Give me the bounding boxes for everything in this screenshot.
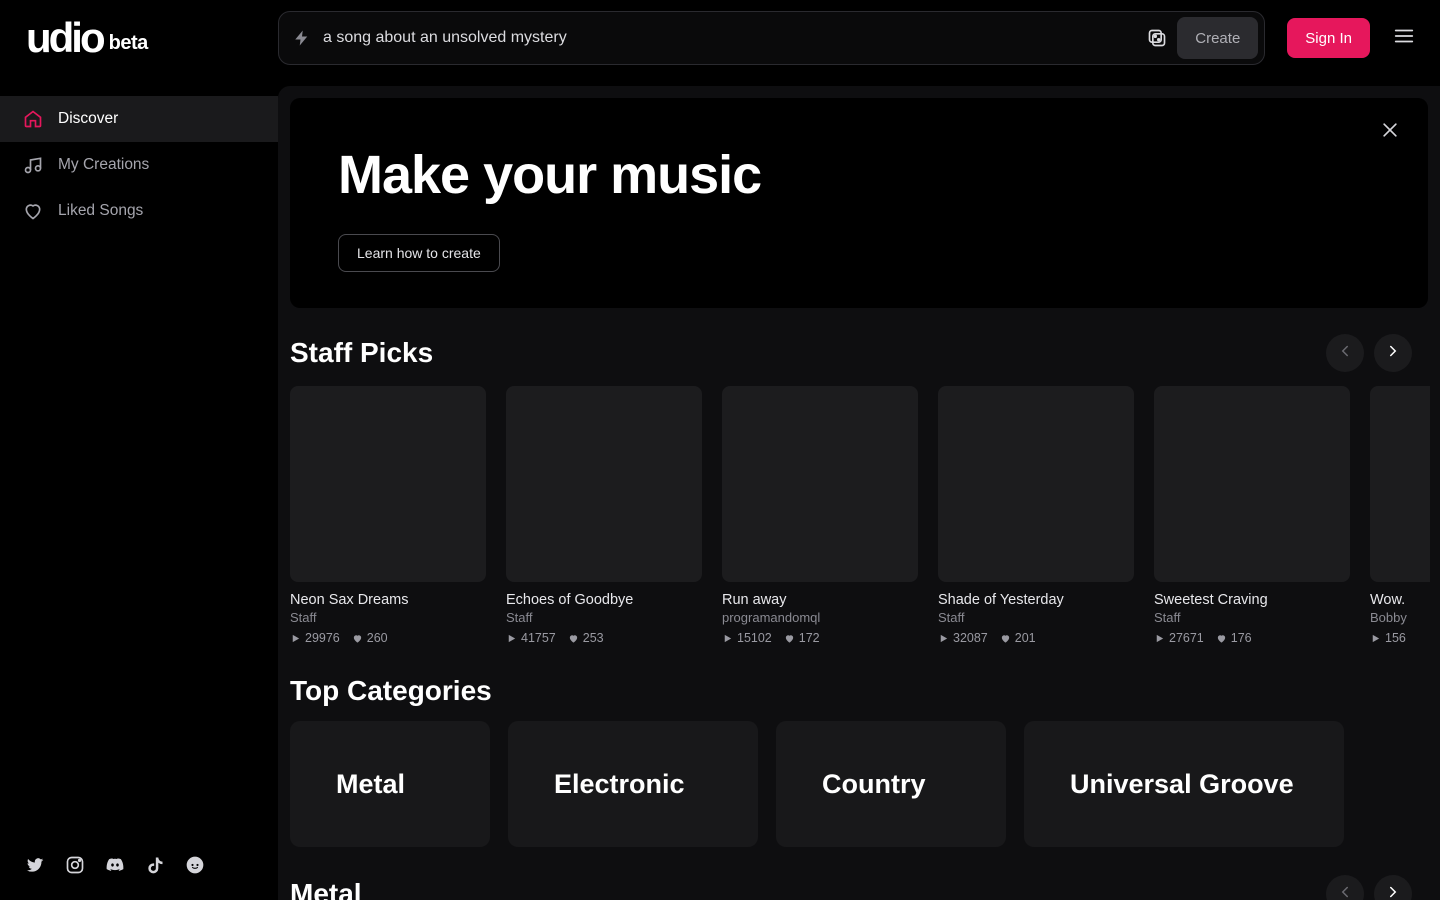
play-count: 156 — [1370, 631, 1406, 645]
track-artwork — [938, 386, 1134, 582]
prompt-input[interactable] — [323, 29, 1137, 47]
sidebar: Discover My Creations Liked Songs — [0, 76, 278, 900]
track-card[interactable]: Sweetest Craving Staff 27671 176 — [1154, 386, 1350, 645]
staff-picks-next-button[interactable] — [1374, 334, 1412, 372]
staff-picks-heading: Staff Picks — [290, 337, 433, 369]
menu-button[interactable] — [1388, 22, 1420, 54]
category-label: Universal Groove — [1070, 769, 1294, 800]
staff-picks-prev-button[interactable] — [1326, 334, 1364, 372]
track-card[interactable]: Run away programandomql 15102 172 — [722, 386, 918, 645]
sidebar-item-label: Liked Songs — [58, 202, 143, 220]
category-card[interactable]: Country — [776, 721, 1006, 847]
staff-picks-row: Neon Sax Dreams Staff 29976 260 Echoes o… — [290, 386, 1440, 645]
track-artist[interactable]: Staff — [1154, 610, 1350, 625]
category-card[interactable]: Universal Groove — [1024, 721, 1344, 847]
track-title: Run away — [722, 592, 918, 608]
randomize-icon[interactable] — [1147, 28, 1167, 48]
top-categories-heading: Top Categories — [290, 675, 492, 707]
play-count: 41757 — [506, 631, 556, 645]
arrow-right-icon — [1384, 342, 1402, 365]
track-artwork — [722, 386, 918, 582]
social-links — [0, 852, 278, 878]
sidebar-item-liked-songs[interactable]: Liked Songs — [0, 188, 278, 234]
hamburger-icon — [1393, 25, 1415, 52]
track-card[interactable]: Shade of Yesterday Staff 32087 201 — [938, 386, 1134, 645]
logo-beta-tag: beta — [109, 32, 148, 59]
like-count: 176 — [1216, 631, 1252, 645]
track-artwork — [1154, 386, 1350, 582]
track-title: Echoes of Goodbye — [506, 592, 702, 608]
hero-title: Make your music — [338, 144, 1380, 206]
sidebar-item-my-creations[interactable]: My Creations — [0, 142, 278, 188]
home-icon — [22, 109, 44, 129]
main-content: Make your music Learn how to create Staf… — [278, 86, 1440, 900]
track-artist[interactable]: programandomql — [722, 610, 918, 625]
music-note-icon — [22, 155, 44, 175]
heart-icon — [22, 201, 44, 221]
learn-button[interactable]: Learn how to create — [338, 234, 500, 272]
track-artist[interactable]: Staff — [938, 610, 1134, 625]
play-count: 29976 — [290, 631, 340, 645]
track-artist[interactable]: Bobby — [1370, 610, 1430, 625]
track-card[interactable]: Wow. Bobby 156 — [1370, 386, 1430, 645]
track-title: Shade of Yesterday — [938, 592, 1134, 608]
tiktok-icon[interactable] — [142, 852, 168, 878]
track-card[interactable]: Neon Sax Dreams Staff 29976 260 — [290, 386, 486, 645]
arrow-right-icon — [1384, 883, 1402, 900]
bolt-icon — [293, 29, 311, 47]
play-count: 15102 — [722, 631, 772, 645]
category-card[interactable]: Electronic — [508, 721, 758, 847]
top-categories-row: Metal Electronic Country Universal Groov… — [290, 721, 1440, 847]
metal-prev-button[interactable] — [1326, 875, 1364, 900]
track-title: Wow. — [1370, 592, 1430, 608]
category-label: Electronic — [554, 769, 685, 800]
track-artwork — [506, 386, 702, 582]
arrow-left-icon — [1336, 342, 1354, 365]
track-artwork — [1370, 386, 1430, 582]
track-card[interactable]: Echoes of Goodbye Staff 41757 253 — [506, 386, 702, 645]
close-banner-button[interactable] — [1376, 118, 1404, 146]
like-count: 253 — [568, 631, 604, 645]
track-artist[interactable]: Staff — [290, 610, 486, 625]
sidebar-item-label: My Creations — [58, 156, 149, 174]
instagram-icon[interactable] — [62, 852, 88, 878]
play-count: 32087 — [938, 631, 988, 645]
track-artwork — [290, 386, 486, 582]
metal-section-heading: Metal — [290, 878, 362, 900]
prompt-bar[interactable]: Create — [278, 11, 1265, 65]
track-title: Sweetest Craving — [1154, 592, 1350, 608]
twitter-icon[interactable] — [22, 852, 48, 878]
category-card[interactable]: Metal — [290, 721, 490, 847]
play-count: 27671 — [1154, 631, 1204, 645]
metal-next-button[interactable] — [1374, 875, 1412, 900]
reddit-icon[interactable] — [182, 852, 208, 878]
logo[interactable]: udio beta — [0, 17, 278, 59]
category-label: Country — [822, 769, 926, 800]
like-count: 201 — [1000, 631, 1036, 645]
sidebar-item-discover[interactable]: Discover — [0, 96, 278, 142]
category-label: Metal — [336, 769, 405, 800]
like-count: 260 — [352, 631, 388, 645]
signin-button[interactable]: Sign In — [1287, 18, 1370, 58]
create-button[interactable]: Create — [1177, 17, 1258, 59]
sidebar-item-label: Discover — [58, 110, 118, 128]
track-title: Neon Sax Dreams — [290, 592, 486, 608]
track-artist[interactable]: Staff — [506, 610, 702, 625]
arrow-left-icon — [1336, 883, 1354, 900]
hero-banner: Make your music Learn how to create — [290, 98, 1428, 308]
logo-wordmark: udio — [26, 17, 103, 59]
discord-icon[interactable] — [102, 852, 128, 878]
like-count: 172 — [784, 631, 820, 645]
close-icon — [1380, 120, 1400, 145]
